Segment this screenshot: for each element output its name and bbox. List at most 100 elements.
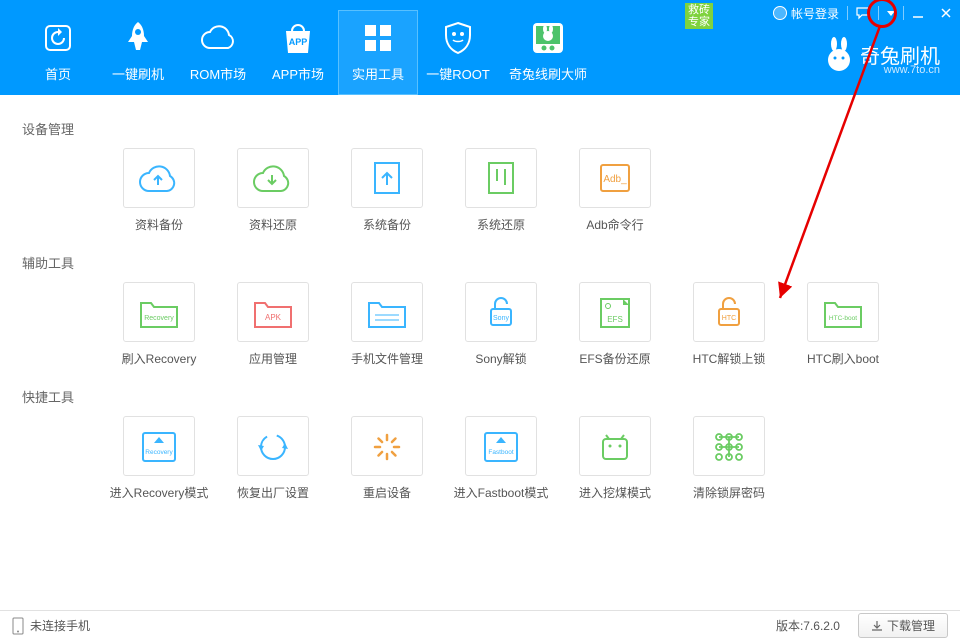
shield-icon <box>443 18 473 58</box>
cloud-down-icon <box>237 148 309 208</box>
section-title: 设备管理 <box>22 119 938 138</box>
tool-label: 重启设备 <box>363 484 411 501</box>
lock-sony-icon: Sony <box>465 282 537 342</box>
cloud-icon <box>198 18 238 58</box>
tool-label: EFS备份还原 <box>579 350 650 367</box>
nav-app[interactable]: APP APP市场 <box>258 10 338 95</box>
tool-tile[interactable]: 系统备份 <box>330 148 444 233</box>
download-manager-button[interactable]: 下载管理 <box>858 613 948 638</box>
enter-recovery-icon: Recovery <box>123 416 195 476</box>
tool-tile[interactable]: Recovery 进入Recovery模式 <box>102 416 216 501</box>
tool-label: 系统还原 <box>477 216 525 233</box>
svg-text:Recovery: Recovery <box>145 449 173 456</box>
speech-icon <box>856 6 870 20</box>
tool-label: Adb命令行 <box>586 216 643 233</box>
download-icon <box>871 620 883 632</box>
tool-tile[interactable]: 清除锁屏密码 <box>672 416 786 501</box>
svg-text:Sony: Sony <box>493 315 509 322</box>
tool-tile[interactable]: 进入挖煤模式 <box>558 416 672 501</box>
minimize-button[interactable] <box>904 0 932 26</box>
refresh-icon <box>42 18 74 58</box>
tool-tile[interactable]: 重启设备 <box>330 416 444 501</box>
connection-status: 未连接手机 <box>30 617 90 634</box>
tool-label: Sony解锁 <box>475 350 526 367</box>
feedback-button[interactable] <box>848 0 878 26</box>
tool-grid: 资料备份 资料还原 系统备份 系统还原 Adb_ Adb命令行 <box>22 148 938 239</box>
close-button[interactable] <box>932 0 960 26</box>
tool-tile[interactable]: 系统还原 <box>444 148 558 233</box>
nav-wireflash[interactable]: 奇兔线刷大师 <box>498 10 598 95</box>
rocket-icon <box>122 18 154 58</box>
rabbit-icon <box>824 36 854 72</box>
tool-label: 系统备份 <box>363 216 411 233</box>
tool-label: 应用管理 <box>249 350 297 367</box>
tool-label: 手机文件管理 <box>351 350 423 367</box>
tool-tile[interactable]: 恢复出厂设置 <box>216 416 330 501</box>
nav-root[interactable]: 一键ROOT <box>418 10 498 95</box>
svg-text:HTC: HTC <box>722 315 736 322</box>
svg-text:Adb_: Adb_ <box>603 174 627 185</box>
grid-icon <box>363 18 393 58</box>
main-content: 设备管理资料备份 资料还原 系统备份 系统还原 Adb_ Adb命令行辅助工具 Recove… <box>0 95 960 610</box>
tool-label: 清除锁屏密码 <box>693 484 765 501</box>
nav-home[interactable]: 首页 <box>18 10 98 95</box>
svg-text:APP: APP <box>289 37 308 47</box>
rescue-badge: 救砖 专家 <box>685 3 713 29</box>
cycle-icon <box>237 416 309 476</box>
tool-label: 资料还原 <box>249 216 297 233</box>
tool-label: 进入Fastboot模式 <box>454 484 549 501</box>
folder-htcboot-icon: HTC-boot <box>807 282 879 342</box>
tool-label: HTC解锁上锁 <box>693 350 766 367</box>
tool-tile[interactable]: Recovery 刷入Recovery <box>102 282 216 367</box>
bag-icon: APP <box>282 18 314 58</box>
doc-up-icon <box>351 148 423 208</box>
cloud-up-icon <box>123 148 195 208</box>
keypad-icon <box>693 416 765 476</box>
folder-apk-icon: APK <box>237 282 309 342</box>
tool-tile[interactable]: Adb_ Adb命令行 <box>558 148 672 233</box>
tool-label: HTC刷入boot <box>807 350 879 367</box>
tool-tile[interactable]: Sony Sony解锁 <box>444 282 558 367</box>
tool-tile[interactable]: HTC-boot HTC刷入boot <box>786 282 900 367</box>
section-title: 辅助工具 <box>22 253 938 272</box>
doc-down-icon <box>465 148 537 208</box>
rabbit-app-icon <box>531 18 565 58</box>
tool-tile[interactable]: 手机文件管理 <box>330 282 444 367</box>
folder-recovery-icon: Recovery <box>123 282 195 342</box>
phone-icon <box>12 617 24 635</box>
svg-text:EFS: EFS <box>607 315 623 324</box>
nav-tools[interactable]: 实用工具 <box>338 10 418 95</box>
tool-tile[interactable]: EFS EFS备份还原 <box>558 282 672 367</box>
tool-grid: Recovery 刷入Recovery APK 应用管理 手机文件管理 Sony Sony解… <box>22 282 938 373</box>
version-label: 版本: <box>776 617 803 634</box>
tool-tile[interactable]: Fastboot 进入Fastboot模式 <box>444 416 558 501</box>
nav-rom[interactable]: ROM市场 <box>178 10 258 95</box>
tool-label: 资料备份 <box>135 216 183 233</box>
titlebar-controls: 帐号登录 <box>765 0 960 26</box>
menu-dropdown[interactable] <box>879 0 903 26</box>
enter-fastboot-icon: Fastboot <box>465 416 537 476</box>
tool-tile[interactable]: 资料备份 <box>102 148 216 233</box>
tool-tile[interactable]: HTC HTC解锁上锁 <box>672 282 786 367</box>
svg-text:Recovery: Recovery <box>144 315 174 322</box>
folder-icon <box>351 282 423 342</box>
account-login[interactable]: 帐号登录 <box>765 0 847 26</box>
top-bar: 首页 一键刷机 ROM市场 APP APP市场 实用工具 <box>0 0 960 95</box>
tool-label: 进入Recovery模式 <box>110 484 209 501</box>
lock-htc-icon: HTC <box>693 282 765 342</box>
tool-tile[interactable]: 资料还原 <box>216 148 330 233</box>
tool-tile[interactable]: APK 应用管理 <box>216 282 330 367</box>
tool-grid: Recovery 进入Recovery模式 恢复出厂设置 重启设备 Fastboot 进入… <box>22 416 938 507</box>
android-icon <box>579 416 651 476</box>
disk-efs-icon: EFS <box>579 282 651 342</box>
tool-label: 进入挖煤模式 <box>579 484 651 501</box>
svg-text:Fastboot: Fastboot <box>488 449 513 456</box>
avatar-icon <box>773 6 787 20</box>
section-title: 快捷工具 <box>22 387 938 406</box>
spinner-icon <box>351 416 423 476</box>
svg-text:APK: APK <box>265 313 282 322</box>
tool-label: 恢复出厂设置 <box>237 484 309 501</box>
nav-flash[interactable]: 一键刷机 <box>98 10 178 95</box>
tool-label: 刷入Recovery <box>122 350 197 367</box>
status-bar: 未连接手机 版本: 7.6.2.0 下载管理 <box>0 610 960 640</box>
